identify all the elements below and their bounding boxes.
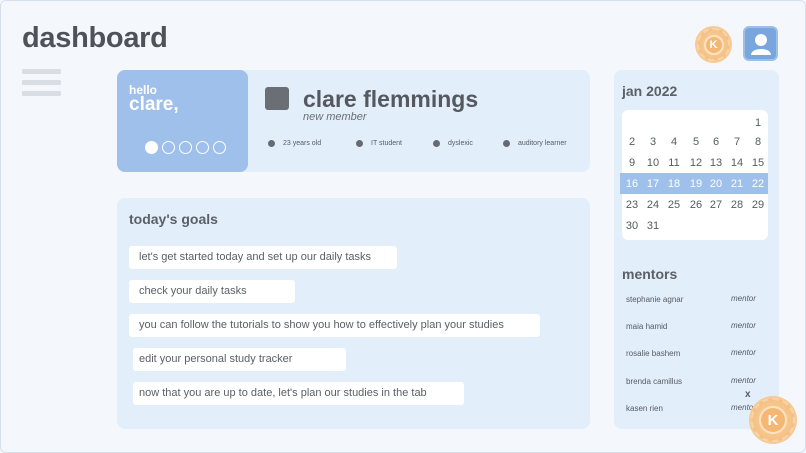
goal-item[interactable]: you can follow the tutorials to show you… [129, 314, 540, 337]
carousel-dot[interactable] [145, 141, 158, 154]
calendar-day[interactable]: 30 [622, 220, 642, 232]
bullet-icon [268, 140, 275, 147]
profile-tag-label: dyslexic [448, 140, 473, 147]
bullet-icon [433, 140, 440, 147]
calendar-day[interactable]: 13 [706, 157, 726, 169]
calendar-day[interactable]: 9 [622, 157, 642, 169]
calendar-day[interactable]: 7 [727, 136, 747, 148]
calendar-month: jan 2022 [622, 83, 678, 99]
calendar-day[interactable]: 8 [748, 136, 768, 148]
calendar-day[interactable]: 3 [643, 136, 663, 148]
calendar-day[interactable]: 23 [622, 199, 642, 211]
goal-item[interactable]: edit your personal study tracker [133, 348, 346, 371]
profile-tag-label: IT student [371, 140, 403, 147]
profile-tag: IT student [356, 140, 402, 147]
profile-tag: dyslexic [433, 140, 473, 147]
user-profile-button[interactable] [743, 26, 778, 61]
mentor-role: mentor [731, 348, 756, 357]
greeting-name: clare, [129, 94, 179, 115]
coin-letter: K [759, 406, 787, 434]
calendar-day[interactable]: 21 [727, 178, 747, 190]
calendar-day[interactable]: 4 [664, 136, 684, 148]
profile-tag: auditory learner [503, 140, 567, 147]
profile-tag-label: 23 years old [283, 140, 322, 147]
carousel-dots [145, 141, 226, 154]
close-button[interactable]: x [745, 389, 751, 400]
calendar-day[interactable]: 25 [664, 199, 684, 211]
mentor-name[interactable]: rosalie bashem [626, 349, 680, 358]
mentor-name[interactable]: kasen rien [626, 404, 663, 413]
menu-icon[interactable] [22, 69, 61, 99]
bullet-icon [503, 140, 510, 147]
profile-role: new member [303, 111, 367, 123]
calendar-day[interactable]: 11 [664, 157, 684, 169]
calendar-day[interactable]: 28 [727, 199, 747, 211]
calendar-day[interactable]: 10 [643, 157, 663, 169]
calendar-day[interactable]: 29 [748, 199, 768, 211]
calendar-day[interactable]: 26 [686, 199, 706, 211]
profile-name: clare flemmings [303, 86, 479, 112]
calendar-day[interactable]: 31 [643, 220, 663, 232]
coin-icon[interactable]: K [751, 398, 795, 442]
mentors-title: mentors [622, 266, 678, 282]
mentor-role: mentor [731, 376, 756, 385]
profile-tag: 23 years old [268, 140, 321, 147]
calendar-day[interactable]: 2 [622, 136, 642, 148]
coin-letter: K [703, 34, 724, 55]
user-icon [751, 34, 771, 55]
calendar-day[interactable]: 27 [706, 199, 726, 211]
goals-title: today's goals [129, 211, 218, 227]
calendar-day[interactable]: 18 [664, 178, 684, 190]
carousel-dot[interactable] [213, 141, 226, 154]
mentor-name[interactable]: stephanie agnar [626, 295, 683, 304]
mentor-name[interactable]: brenda camillus [626, 377, 682, 386]
calendar-day[interactable]: 15 [748, 157, 768, 169]
carousel-dot[interactable] [179, 141, 192, 154]
calendar-day[interactable]: 17 [643, 178, 663, 190]
goal-item[interactable]: check your daily tasks [129, 280, 295, 303]
greeting-panel: hello clare, [117, 70, 248, 172]
page-title: dashboard [22, 22, 168, 54]
avatar [265, 87, 289, 110]
calendar-day[interactable]: 19 [686, 178, 706, 190]
mentor-name[interactable]: maia hamid [626, 322, 667, 331]
goal-item[interactable]: now that you are up to date, let's plan … [133, 382, 464, 405]
calendar-day[interactable]: 24 [643, 199, 663, 211]
calendar-day[interactable]: 14 [727, 157, 747, 169]
mentor-role: mentor [731, 321, 756, 330]
calendar-day[interactable]: 12 [686, 157, 706, 169]
calendar-day[interactable]: 22 [748, 178, 768, 190]
calendar-day[interactable]: 5 [686, 136, 706, 148]
coin-icon[interactable]: K [697, 28, 730, 61]
calendar-day[interactable]: 1 [748, 117, 768, 129]
carousel-dot[interactable] [196, 141, 209, 154]
carousel-dot[interactable] [162, 141, 175, 154]
calendar-day[interactable]: 20 [706, 178, 726, 190]
calendar-day[interactable]: 6 [706, 136, 726, 148]
calendar-day[interactable]: 16 [622, 178, 642, 190]
bullet-icon [356, 140, 363, 147]
profile-tag-label: auditory learner [518, 140, 567, 147]
goal-item[interactable]: let's get started today and set up our d… [129, 246, 397, 269]
mentor-role: mentor [731, 294, 756, 303]
